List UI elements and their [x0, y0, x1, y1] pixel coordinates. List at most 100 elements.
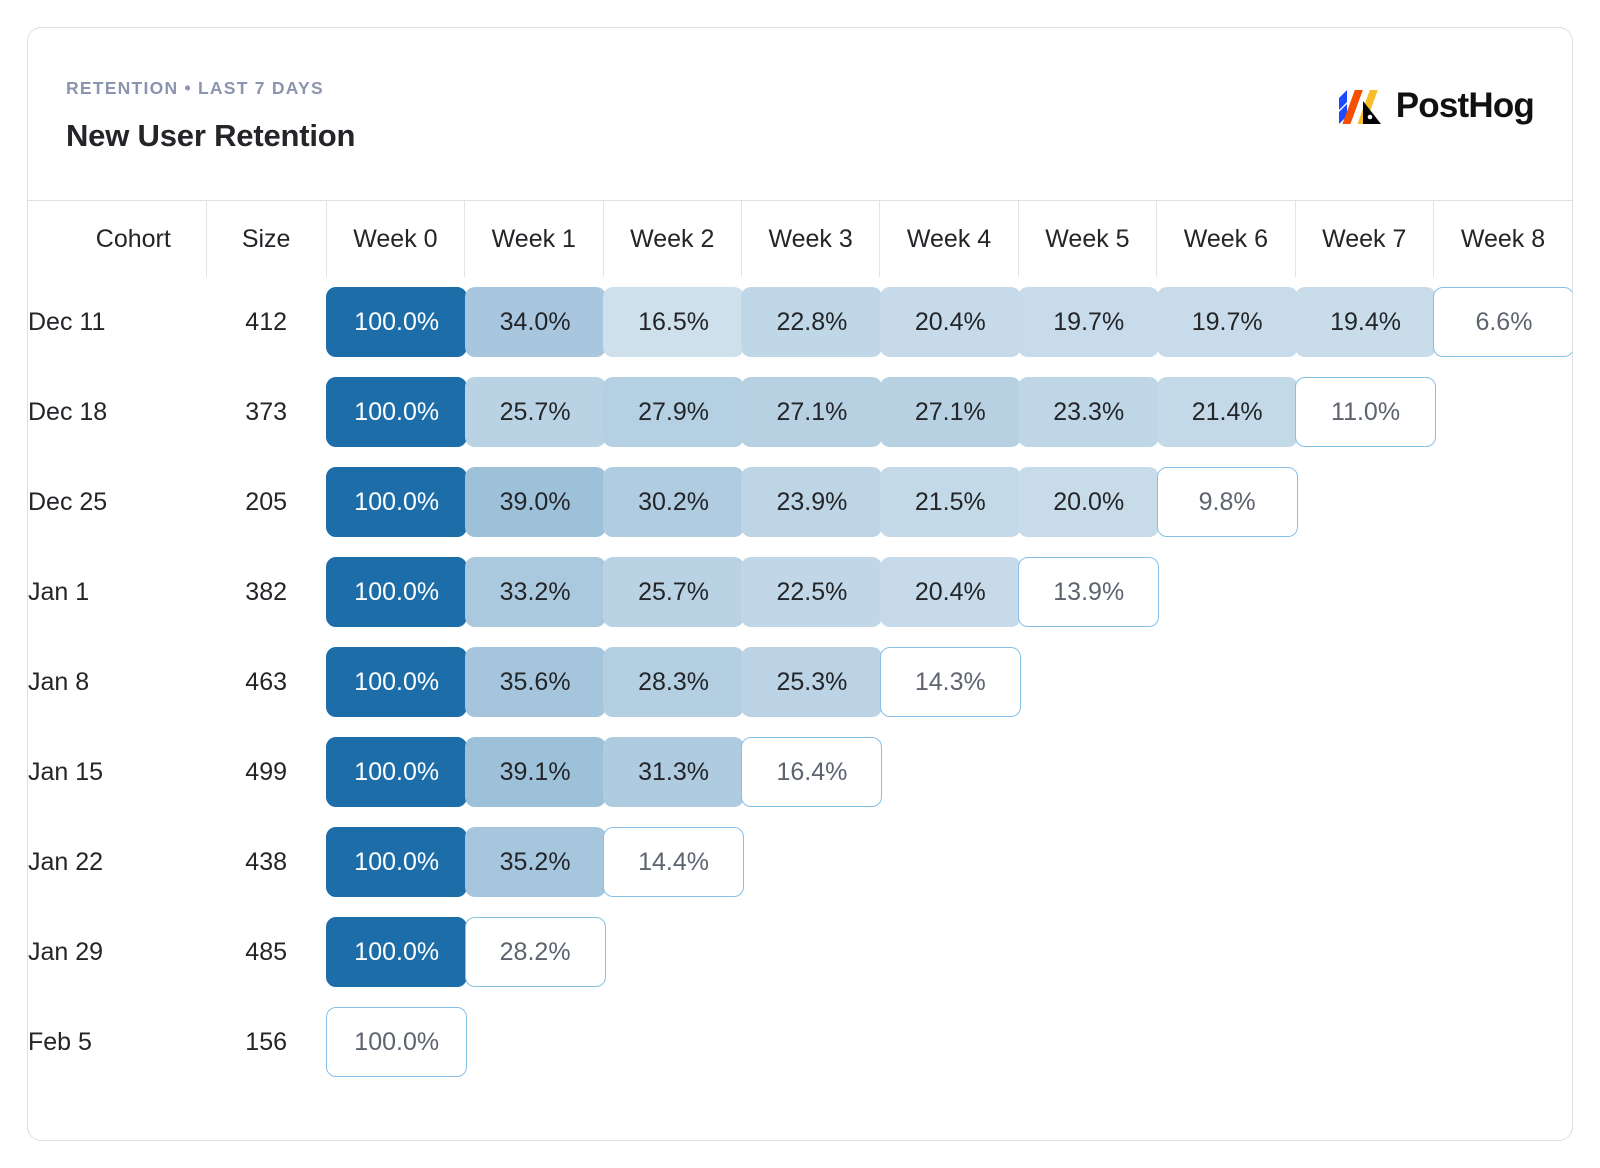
retention-value-filled[interactable]: 31.3%: [603, 737, 744, 807]
retention-value-filled[interactable]: 27.9%: [603, 377, 744, 447]
retention-cell[interactable]: 100.0%: [326, 637, 464, 727]
retention-cell[interactable]: 16.4%: [741, 727, 879, 817]
column-header-week-4[interactable]: Week 4: [880, 201, 1018, 277]
retention-cell[interactable]: 13.9%: [1018, 547, 1156, 637]
retention-value-full[interactable]: 100.0%: [326, 647, 467, 717]
retention-cell[interactable]: 25.7%: [603, 547, 741, 637]
retention-cell[interactable]: 100.0%: [326, 277, 464, 367]
retention-value-filled[interactable]: 20.0%: [1018, 467, 1159, 537]
retention-cell[interactable]: 33.2%: [465, 547, 603, 637]
retention-value-partial[interactable]: 100.0%: [326, 1007, 467, 1077]
retention-value-partial[interactable]: 28.2%: [465, 917, 606, 987]
retention-cell[interactable]: 25.3%: [741, 637, 879, 727]
retention-value-filled[interactable]: 16.5%: [603, 287, 744, 357]
retention-value-partial[interactable]: 14.4%: [603, 827, 744, 897]
retention-cell[interactable]: 21.4%: [1157, 367, 1295, 457]
retention-cell[interactable]: 27.1%: [880, 367, 1018, 457]
retention-cell[interactable]: 21.5%: [880, 457, 1018, 547]
retention-cell[interactable]: 23.3%: [1018, 367, 1156, 457]
retention-cell[interactable]: 6.6%: [1433, 277, 1572, 367]
retention-value-filled[interactable]: 21.4%: [1157, 377, 1298, 447]
retention-cell[interactable]: 100.0%: [326, 997, 464, 1087]
retention-cell[interactable]: 35.2%: [465, 817, 603, 907]
retention-value-full[interactable]: 100.0%: [326, 557, 467, 627]
column-header-week-0[interactable]: Week 0: [326, 201, 464, 277]
retention-value-filled[interactable]: 39.0%: [465, 467, 606, 537]
retention-value-filled[interactable]: 25.3%: [741, 647, 882, 717]
retention-cell[interactable]: 28.3%: [603, 637, 741, 727]
retention-cell[interactable]: 14.4%: [603, 817, 741, 907]
retention-value-partial[interactable]: 9.8%: [1157, 467, 1298, 537]
retention-cell[interactable]: 100.0%: [326, 457, 464, 547]
retention-cell[interactable]: 19.4%: [1295, 277, 1433, 367]
retention-cell[interactable]: 11.0%: [1295, 367, 1433, 457]
retention-cell[interactable]: 20.4%: [880, 547, 1018, 637]
column-header-week-1[interactable]: Week 1: [465, 201, 603, 277]
column-header-size[interactable]: Size: [206, 201, 326, 277]
retention-value-filled[interactable]: 27.1%: [880, 377, 1021, 447]
retention-value-filled[interactable]: 25.7%: [465, 377, 606, 447]
retention-value-filled[interactable]: 23.9%: [741, 467, 882, 537]
retention-value-filled[interactable]: 25.7%: [603, 557, 744, 627]
retention-cell[interactable]: 31.3%: [603, 727, 741, 817]
column-header-week-5[interactable]: Week 5: [1018, 201, 1156, 277]
retention-cell[interactable]: 35.6%: [465, 637, 603, 727]
retention-value-partial[interactable]: 13.9%: [1018, 557, 1159, 627]
retention-value-full[interactable]: 100.0%: [326, 377, 467, 447]
retention-cell[interactable]: 22.8%: [741, 277, 879, 367]
retention-value-full[interactable]: 100.0%: [326, 827, 467, 897]
retention-cell[interactable]: 19.7%: [1018, 277, 1156, 367]
retention-cell[interactable]: 14.3%: [880, 637, 1018, 727]
retention-value-full[interactable]: 100.0%: [326, 737, 467, 807]
retention-value-filled[interactable]: 20.4%: [880, 287, 1021, 357]
retention-cell[interactable]: 27.9%: [603, 367, 741, 457]
retention-value-filled[interactable]: 28.3%: [603, 647, 744, 717]
retention-value-filled[interactable]: 22.5%: [741, 557, 882, 627]
retention-cell[interactable]: 19.7%: [1157, 277, 1295, 367]
retention-value-filled[interactable]: 19.4%: [1295, 287, 1436, 357]
retention-value-filled[interactable]: 22.8%: [741, 287, 882, 357]
column-header-cohort[interactable]: Cohort: [28, 201, 206, 277]
retention-cell[interactable]: 100.0%: [326, 907, 464, 997]
retention-value-full[interactable]: 100.0%: [326, 917, 467, 987]
retention-cell[interactable]: 25.7%: [465, 367, 603, 457]
retention-value-full[interactable]: 100.0%: [326, 467, 467, 537]
retention-value-filled[interactable]: 33.2%: [465, 557, 606, 627]
column-header-week-3[interactable]: Week 3: [741, 201, 879, 277]
retention-value-filled[interactable]: 27.1%: [741, 377, 882, 447]
retention-cell[interactable]: 20.4%: [880, 277, 1018, 367]
retention-cell[interactable]: 30.2%: [603, 457, 741, 547]
retention-value-partial[interactable]: 14.3%: [880, 647, 1021, 717]
retention-cell[interactable]: 27.1%: [741, 367, 879, 457]
column-header-week-7[interactable]: Week 7: [1295, 201, 1433, 277]
retention-cell[interactable]: 28.2%: [465, 907, 603, 997]
retention-cell[interactable]: 100.0%: [326, 727, 464, 817]
retention-value-partial[interactable]: 11.0%: [1295, 377, 1436, 447]
retention-cell[interactable]: 39.0%: [465, 457, 603, 547]
retention-value-filled[interactable]: 21.5%: [880, 467, 1021, 537]
retention-value-filled[interactable]: 34.0%: [465, 287, 606, 357]
retention-value-filled[interactable]: 23.3%: [1018, 377, 1159, 447]
retention-value-partial[interactable]: 16.4%: [741, 737, 882, 807]
retention-cell[interactable]: 100.0%: [326, 817, 464, 907]
retention-value-filled[interactable]: 19.7%: [1018, 287, 1159, 357]
retention-value-filled[interactable]: 20.4%: [880, 557, 1021, 627]
retention-value-filled[interactable]: 39.1%: [465, 737, 606, 807]
retention-cell[interactable]: 39.1%: [465, 727, 603, 817]
retention-cell[interactable]: 9.8%: [1157, 457, 1295, 547]
retention-value-filled[interactable]: 35.6%: [465, 647, 606, 717]
column-header-week-2[interactable]: Week 2: [603, 201, 741, 277]
retention-cell[interactable]: 100.0%: [326, 547, 464, 637]
retention-value-filled[interactable]: 19.7%: [1157, 287, 1298, 357]
retention-cell[interactable]: 100.0%: [326, 367, 464, 457]
column-header-week-6[interactable]: Week 6: [1157, 201, 1295, 277]
retention-value-partial[interactable]: 6.6%: [1433, 287, 1573, 357]
retention-cell[interactable]: 34.0%: [465, 277, 603, 367]
retention-cell[interactable]: 22.5%: [741, 547, 879, 637]
retention-value-filled[interactable]: 30.2%: [603, 467, 744, 537]
retention-cell[interactable]: 20.0%: [1018, 457, 1156, 547]
retention-cell[interactable]: 23.9%: [741, 457, 879, 547]
retention-value-filled[interactable]: 35.2%: [465, 827, 606, 897]
retention-cell[interactable]: 16.5%: [603, 277, 741, 367]
retention-value-full[interactable]: 100.0%: [326, 287, 467, 357]
